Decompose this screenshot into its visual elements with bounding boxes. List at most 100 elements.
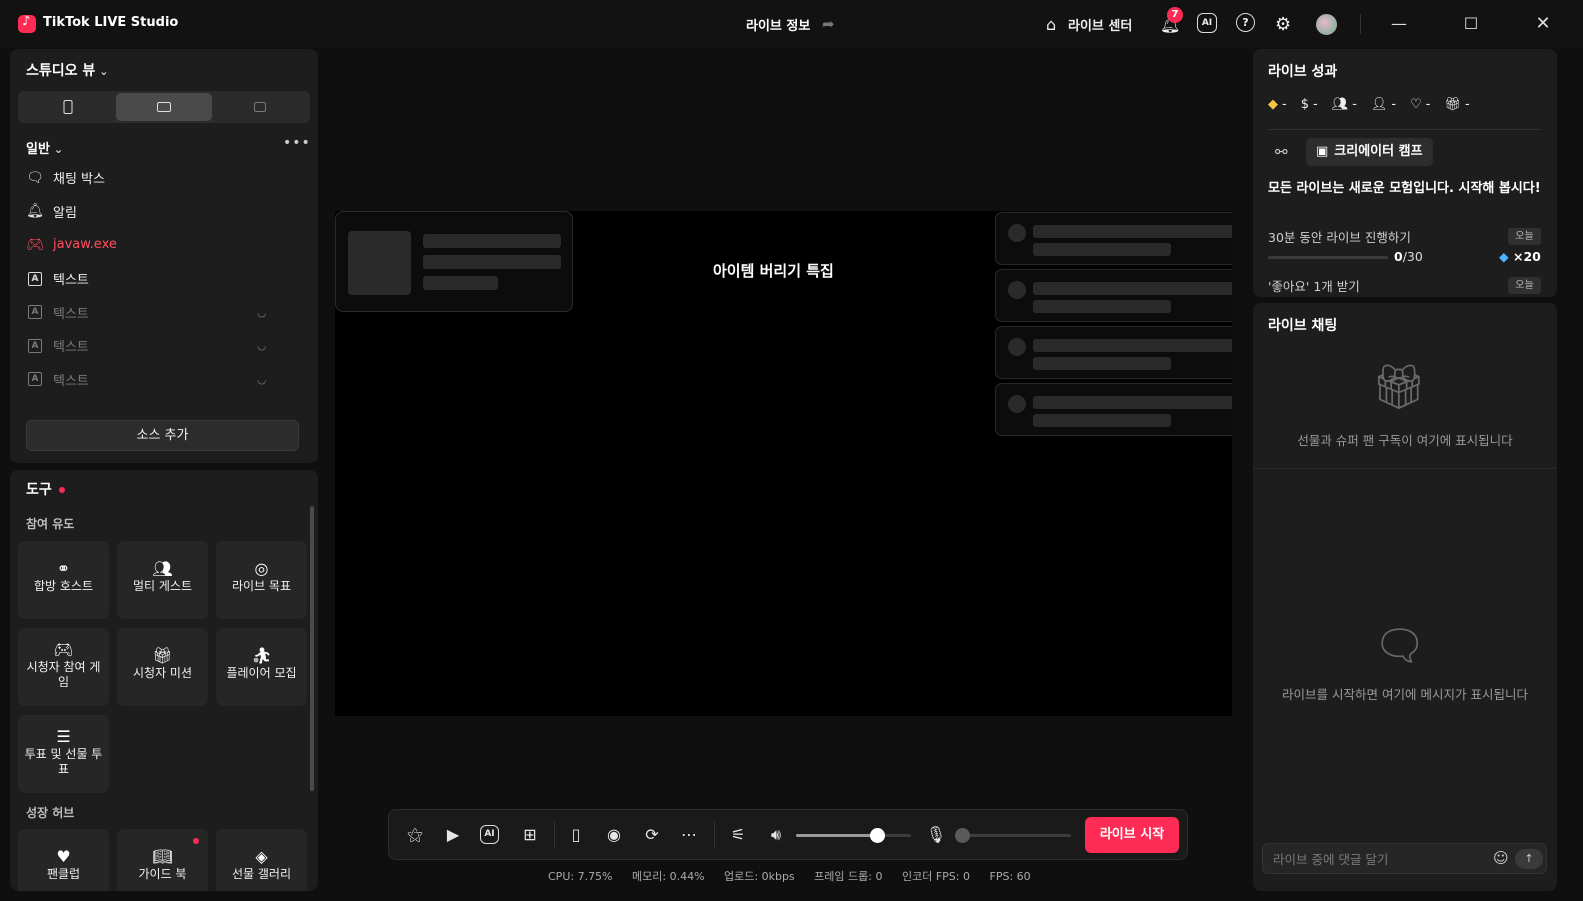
title-bar: TikTok LIVE Studio 라이브 정보 ➦ ⌂ 라이브 센터 🔔︎ … — [0, 0, 1583, 48]
add-scene-icon[interactable]: ⊞ — [519, 824, 541, 846]
add-source-button[interactable]: 소스 추가 — [26, 420, 299, 451]
player-icon: ⛹︎ — [251, 646, 272, 665]
comment-input[interactable] — [1273, 850, 1483, 868]
comment-input-box: ☺ ↑ — [1262, 843, 1547, 874]
tools-scrollbar[interactable] — [310, 506, 314, 791]
phone-mirror-icon[interactable]: ▯ — [565, 824, 587, 846]
source-item[interactable]: 🗨︎ 채팅 박스 — [10, 161, 318, 195]
source-label: 채팅 박스 — [53, 172, 105, 188]
today-badge: 오늘 — [1508, 277, 1541, 294]
fan-club-tile[interactable]: ♥ 팬클럽 — [18, 829, 109, 891]
source-item[interactable]: A 텍스트 ◡ — [10, 295, 318, 329]
source-item[interactable]: 🎮︎ javaw.exe — [10, 228, 318, 262]
maximize-icon[interactable]: ☐ — [1459, 12, 1483, 36]
widget-placeholder-card[interactable] — [335, 211, 573, 312]
player-recruit-tile[interactable]: ⛹︎ 플레이어 모집 — [216, 628, 307, 706]
studio-view-dropdown[interactable]: 스튜디오 뷰 ⌄ — [26, 60, 109, 80]
placeholder-avatar — [1008, 338, 1026, 356]
dollar-icon: $ — [1300, 97, 1309, 112]
viewer-mission-tile[interactable]: 🎁︎ 시청자 미션 — [117, 628, 208, 706]
portrait-view-button[interactable] — [20, 93, 116, 121]
source-item[interactable]: 🔔︎ 알림 — [10, 195, 318, 229]
tile-label: 투표 및 선물 투표 — [24, 747, 103, 776]
viewer-game-tile[interactable]: 🎮︎ 시청자 참여 게임 — [18, 628, 109, 706]
stream-title-overlay[interactable]: 아이템 버리기 특집 — [713, 260, 834, 281]
gamepad-icon: 🎮︎ — [53, 640, 74, 659]
home-icon[interactable]: ⌂ — [1046, 13, 1056, 35]
gallery-icon: ◈ — [255, 847, 268, 866]
visibility-hidden-icon[interactable]: ◡ — [257, 339, 267, 352]
microphone-volume-slider[interactable] — [955, 828, 1071, 843]
studio-view-heading: 스튜디오 뷰 — [26, 63, 96, 79]
people-icon: 👥︎ — [152, 559, 173, 578]
task-reward: ◆ ×20 — [1499, 249, 1541, 264]
user-avatar[interactable] — [1316, 14, 1337, 35]
landscape-view-button[interactable] — [116, 93, 212, 121]
viewers-icon: 👥︎ — [1331, 97, 1349, 112]
visibility-hidden-icon[interactable]: ◡ — [257, 373, 267, 386]
send-button[interactable]: ↑ — [1515, 849, 1543, 869]
source-label: 텍스트 — [53, 340, 89, 356]
chat-placeholder-row — [995, 383, 1232, 436]
scene-dropdown[interactable]: 일반 ⌄ — [26, 138, 63, 157]
settings-gear-icon[interactable]: ⚙ — [1275, 13, 1291, 35]
engagement-section-label: 참여 유도 — [26, 517, 75, 531]
more-options-icon[interactable]: ••• — [283, 135, 311, 151]
tile-label: 멀티 게스트 — [132, 579, 192, 593]
gift-gallery-tile[interactable]: ◈ 선물 갤러리 — [216, 829, 307, 891]
microphone-muted-icon[interactable]: 🎙︎ — [925, 824, 947, 846]
tools-panel: 도구 참여 유도 ⚭ 합방 호스트 👥︎ 멀티 게스트 ◎ 라이브 목표 🎮︎ … — [10, 470, 318, 891]
growth-chart-icon[interactable]: ⚯ — [1275, 143, 1288, 161]
metrics-row: ◆ - $ - 👥︎ - 👤︎ - ♡ - 🎁︎ - — [1268, 97, 1484, 112]
dual-view-button[interactable] — [212, 93, 308, 121]
record-icon[interactable]: ◉ — [603, 824, 625, 846]
share-icon[interactable]: ➦ — [822, 15, 835, 33]
guide-book-tile[interactable]: 📖︎ 가이드 북 — [117, 829, 208, 891]
poll-icon: ☰ — [56, 727, 71, 746]
live-center-button[interactable]: 라이브 센터 — [1068, 13, 1132, 35]
co-host-tile[interactable]: ⚭ 합방 호스트 — [18, 541, 109, 619]
media-source-icon[interactable]: ▶ — [442, 824, 464, 846]
task-title: 30분 동안 라이브 진행하기 — [1268, 230, 1411, 245]
creator-camp-button[interactable]: ▣ 크리에이터 캠프 — [1306, 138, 1433, 166]
source-item[interactable]: A 텍스트 — [10, 262, 318, 296]
ai-effects-icon[interactable]: AI — [480, 825, 499, 844]
placeholder-avatar — [1008, 281, 1026, 299]
stream-preview-canvas[interactable]: 아이템 버리기 특집 — [335, 211, 1232, 716]
speaker-volume-slider[interactable] — [796, 828, 911, 843]
close-icon[interactable]: ✕ — [1531, 12, 1555, 36]
frame-drop-stat: 프레임 드롭: 0 — [814, 870, 883, 883]
placeholder-thumbnail — [348, 231, 411, 295]
replay-icon[interactable]: ⟳ — [641, 824, 663, 846]
help-icon[interactable]: ? — [1236, 13, 1255, 32]
mic-slider-handle[interactable] — [955, 828, 970, 843]
source-item[interactable]: A 텍스트 ◡ — [10, 329, 318, 363]
text-icon: A — [26, 270, 44, 288]
audio-mixer-icon[interactable]: ⚟ — [727, 824, 749, 846]
emoji-icon[interactable]: ☺ — [1493, 849, 1509, 867]
studio-view-panel: 스튜디오 뷰 ⌄ 일반 ⌄ ••• 🗨︎ 채팅 박스 🔔︎ 알림 🎮︎ javaw.… — [10, 49, 318, 463]
viewers-metric: 👥︎ - — [1331, 97, 1357, 112]
tile-label: 시청자 미션 — [132, 666, 192, 680]
encoder-fps-stat: 인코더 FPS: 0 — [901, 870, 970, 883]
more-icon[interactable]: ⋯ — [678, 824, 700, 846]
visibility-hidden-icon[interactable]: ◡ — [257, 306, 267, 319]
task-progress-text: 0/30 — [1394, 249, 1423, 264]
volume-slider-handle[interactable] — [869, 828, 885, 843]
reward-gem-icon: ◆ — [1499, 249, 1509, 264]
poll-tile[interactable]: ☰ 투표 및 선물 투표 — [18, 715, 109, 793]
placeholder-line — [1033, 243, 1171, 256]
live-chat-panel: 라이브 채팅 🎁︎ 선물과 슈퍼 팬 구독이 여기에 표시됩니다 🗨︎ 라이브를… — [1253, 303, 1557, 891]
speaker-volume-icon[interactable]: 🔊︎ — [765, 824, 787, 846]
multi-guest-tile[interactable]: 👥︎ 멀티 게스트 — [117, 541, 208, 619]
go-live-button[interactable]: 라이브 시작 — [1085, 817, 1179, 853]
magic-wand-icon[interactable]: ⚝ — [404, 824, 426, 846]
source-item[interactable]: A 텍스트 ◡ — [10, 363, 318, 397]
heart-icon: ♥ — [56, 847, 71, 866]
ai-icon[interactable]: AI — [1197, 13, 1217, 33]
live-info-title[interactable]: 라이브 정보 — [746, 15, 810, 34]
minimize-icon[interactable]: — — [1387, 12, 1411, 36]
gifts-empty-message: 선물과 슈퍼 팬 구독이 여기에 표시됩니다 — [1297, 433, 1513, 448]
live-goal-tile[interactable]: ◎ 라이브 목표 — [216, 541, 307, 619]
text-icon: A — [26, 370, 44, 388]
